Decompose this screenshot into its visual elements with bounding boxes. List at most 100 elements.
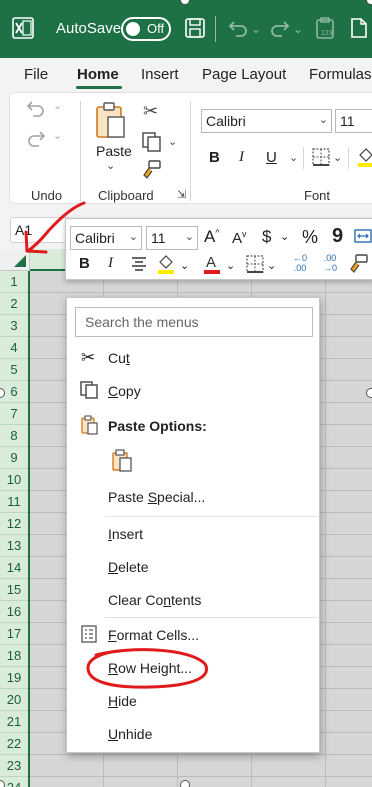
currency-dropdown-icon[interactable]: ⌄ (280, 230, 289, 243)
copy-label: Copy (108, 383, 141, 399)
borders-icon[interactable] (311, 147, 331, 167)
ribbon: ⌄ ⌄ Undo Paste ⌄ ✂ ⌄ Clipboard ⇲ Calibri… (0, 90, 372, 207)
row-header-15[interactable]: 15 (0, 579, 28, 601)
paste-icon[interactable] (94, 101, 128, 141)
titlebar-separator (215, 16, 216, 42)
row-header-18[interactable]: 18 (0, 645, 28, 667)
ribbon-undo-dropdown-icon[interactable]: ⌄ (53, 99, 62, 112)
row-header-11[interactable]: 11 (0, 491, 28, 513)
save-icon[interactable] (183, 16, 207, 40)
shrink-font-label: A (232, 230, 243, 247)
selection-handle-bottom[interactable] (180, 780, 190, 787)
row-header-21[interactable]: 21 (0, 711, 28, 733)
tab-page-layout[interactable]: Page Layout (202, 66, 286, 83)
ribbon-redo-dropdown-icon[interactable]: ⌄ (53, 129, 62, 142)
borders-dropdown-icon[interactable]: ⌄ (333, 151, 342, 164)
font-size-combo[interactable]: 11 (335, 109, 372, 133)
redo-icon[interactable] (268, 16, 292, 40)
scissors-icon[interactable]: ✂ (143, 101, 158, 122)
row-header-13[interactable]: 13 (0, 535, 28, 557)
paste-label[interactable]: Paste (96, 143, 132, 159)
mini-fill-color-icon[interactable] (156, 253, 176, 275)
row-header-10[interactable]: 10 (0, 469, 28, 491)
mini-bold-button[interactable]: B (79, 255, 90, 272)
italic-button[interactable]: I (239, 149, 244, 166)
underline-button[interactable]: U (266, 149, 277, 166)
clipboard-number-icon[interactable]: 123 (313, 16, 337, 40)
context-menu: Search the menus ✂ Cut Copy Paste Option… (66, 297, 320, 753)
mini-borders-icon[interactable] (246, 255, 264, 273)
menu-item-row-height[interactable]: Row Height... (67, 652, 319, 684)
percent-button[interactable]: % (302, 227, 318, 248)
merge-center-icon[interactable] (354, 227, 372, 245)
row-header-5[interactable]: 5 (0, 359, 28, 381)
row-header-1[interactable]: 1 (0, 271, 28, 293)
name-box[interactable]: A1 (10, 217, 70, 243)
menu-item-unhide[interactable]: Unhide (67, 718, 319, 750)
row-header-3[interactable]: 3 (0, 315, 28, 337)
select-all-button[interactable] (0, 249, 30, 271)
row-headers: 123456789101112131415161718192021222324 (0, 271, 30, 787)
currency-button[interactable]: $ (262, 227, 271, 247)
row-header-19[interactable]: 19 (0, 667, 28, 689)
menu-search-input[interactable]: Search the menus (75, 307, 313, 337)
ribbon-undo-icon[interactable] (24, 97, 48, 121)
row-header-16[interactable]: 16 (0, 601, 28, 623)
selection-handle-right[interactable] (366, 388, 372, 398)
fill-color-dropdown-icon[interactable]: ⌄ (180, 259, 189, 272)
row-header-9[interactable]: 9 (0, 447, 28, 469)
decrease-decimal-button[interactable]: .00 →0 (318, 253, 342, 277)
tab-home[interactable]: Home (77, 66, 119, 83)
underline-dropdown-icon[interactable]: ⌄ (289, 151, 298, 164)
copy-dropdown-icon[interactable]: ⌄ (168, 135, 177, 148)
copy-icon[interactable] (141, 131, 163, 153)
menu-item-clear-contents[interactable]: Clear Contents (67, 584, 319, 616)
row-header-4[interactable]: 4 (0, 337, 28, 359)
menu-item-delete[interactable]: Delete (67, 551, 319, 583)
row-header-7[interactable]: 7 (0, 403, 28, 425)
mini-format-painter-icon[interactable] (348, 253, 370, 275)
row-header-17[interactable]: 17 (0, 623, 28, 645)
menu-item-cut[interactable]: ✂ Cut (67, 342, 319, 374)
ribbon-separator (80, 101, 81, 201)
row-header-22[interactable]: 22 (0, 733, 28, 755)
comma-style-button[interactable]: 9 (332, 225, 343, 248)
row-header-14[interactable]: 14 (0, 557, 28, 579)
paste-option-keep-source-icon[interactable] (110, 449, 134, 473)
tab-file[interactable]: File (24, 66, 48, 83)
borders-dropdown-icon[interactable]: ⌄ (267, 259, 276, 272)
row-header-20[interactable]: 20 (0, 689, 28, 711)
tab-formulas[interactable]: Formulas (309, 66, 372, 83)
mini-italic-button[interactable]: I (108, 255, 113, 272)
row-header-23[interactable]: 23 (0, 755, 28, 777)
menu-item-insert[interactable]: Insert (67, 518, 319, 550)
increase-decimal-button[interactable]: ←0 .00 (288, 253, 312, 277)
mini-font-size-combo[interactable]: 11 ⌄ (146, 226, 198, 250)
paste-dropdown-icon[interactable]: ⌄ (106, 159, 115, 172)
row-header-12[interactable]: 12 (0, 513, 28, 535)
bold-button[interactable]: B (209, 149, 220, 166)
ribbon-panel: ⌄ ⌄ Undo Paste ⌄ ✂ ⌄ Clipboard ⇲ Calibri… (9, 92, 372, 204)
document-icon[interactable] (347, 16, 371, 40)
menu-item-hide[interactable]: Hide (67, 685, 319, 717)
ribbon-redo-icon[interactable] (24, 127, 48, 151)
center-align-icon[interactable] (130, 255, 148, 273)
mini-font-name-combo[interactable]: Calibri ⌄ (70, 226, 142, 250)
menu-item-paste-special[interactable]: Paste Special... (67, 481, 319, 513)
format-cells-icon (81, 625, 97, 643)
font-color-icon[interactable]: A (202, 253, 222, 275)
shrink-font-button[interactable]: Av (232, 229, 247, 247)
font-color-dropdown-icon[interactable]: ⌄ (226, 259, 235, 272)
undo-icon[interactable] (226, 16, 250, 40)
grow-font-button[interactable]: A^ (204, 227, 220, 247)
clipboard-launcher-icon[interactable]: ⇲ (177, 188, 186, 201)
tab-insert[interactable]: Insert (141, 66, 179, 83)
fill-color-icon[interactable] (356, 147, 372, 167)
row-header-2[interactable]: 2 (0, 293, 28, 315)
row-header-8[interactable]: 8 (0, 425, 28, 447)
format-painter-icon[interactable] (141, 159, 163, 181)
autosave-toggle[interactable]: Off (121, 17, 171, 41)
font-name-combo[interactable]: Calibri ⌄ (201, 109, 332, 133)
menu-item-copy[interactable]: Copy (67, 375, 319, 407)
menu-item-format-cells[interactable]: Format Cells... (67, 619, 319, 651)
